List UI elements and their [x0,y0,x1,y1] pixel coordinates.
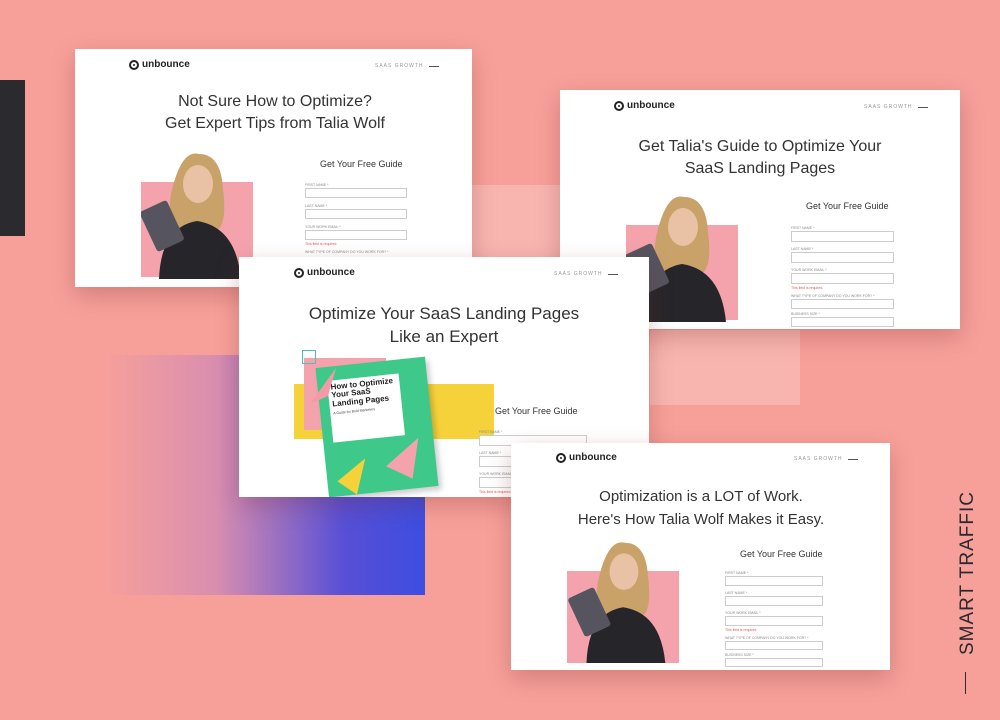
business-size-label: BUSINESS SIZE * [725,653,754,657]
last-name-label: LAST NAME * [791,247,814,251]
form-title: Get Your Free Guide [740,549,823,559]
background-translucent-block [650,330,800,405]
woman-portrait-icon [141,153,241,279]
unbounce-logo: unbounce [614,100,675,111]
guide-book-illustration: How to Optimize Your SaaS Landing Pages … [294,350,499,497]
company-type-select[interactable] [791,299,894,309]
first-name-field[interactable] [305,188,407,198]
landing-page-card-4: unbounce SAAS GROWTH Optimization is a L… [511,443,890,670]
teal-square-outline [302,350,316,364]
unbounce-logo-icon [129,59,139,70]
nav-link-saas-growth[interactable]: SAAS GROWTH [864,104,928,110]
unbounce-logo: unbounce [294,267,355,278]
email-field[interactable] [791,273,894,284]
business-size-label: BUSINESS SIZE * [791,312,820,316]
email-field[interactable] [305,230,407,240]
email-error: This field is required. [479,490,512,494]
paper-plane-icon [310,368,336,404]
paper-planes-icon [337,437,419,495]
unbounce-logo-icon [556,452,566,463]
last-name-field[interactable] [725,596,823,606]
nav-link-saas-growth[interactable]: SAAS GROWTH [375,63,439,69]
form-title: Get Your Free Guide [495,406,578,416]
company-type-label: WHAT TYPE OF COMPANY DO YOU WORK FOR? * [791,294,875,298]
last-name-field[interactable] [791,252,894,263]
page-headline: Not Sure How to Optimize? Get Expert Tips… [165,93,385,132]
email-label: YOUR WORK EMAIL * [725,611,761,615]
form-title: Get Your Free Guide [806,201,889,211]
unbounce-logo: unbounce [556,452,617,463]
last-name-label: LAST NAME * [725,591,748,595]
company-type-label: WHAT TYPE OF COMPANY DO YOU WORK FOR? * [305,250,389,254]
email-label: YOUR WORK EMAIL * [305,225,341,229]
book-title: How to Optimize Your SaaS Landing Pages [330,376,394,409]
woman-portrait-icon [568,542,666,663]
last-name-label: LAST NAME * [305,204,328,208]
side-label: SMART TRAFFIC [957,491,978,655]
nav-link-saas-growth[interactable]: SAAS GROWTH [794,456,858,462]
email-label: YOUR WORK EMAIL * [791,268,827,272]
email-field[interactable] [725,616,823,626]
page-headline: Optimize Your SaaS Landing Pages Like an … [308,304,580,346]
page-headline: Get Talia's Guide to Optimize Your SaaS L… [638,138,882,177]
email-error: This field is required. [725,628,758,632]
first-name-field[interactable] [725,576,823,586]
last-name-field[interactable] [305,209,407,219]
company-type-label: WHAT TYPE OF COMPANY DO YOU WORK FOR? * [725,636,809,640]
side-divider [965,672,966,694]
book-cover-label: How to Optimize Your SaaS Landing Pages … [326,373,406,443]
company-type-select[interactable] [725,641,823,650]
email-error: This field is required. [791,286,824,290]
first-name-label: FIRST NAME * [305,183,329,187]
talia-photo [141,149,253,279]
unbounce-logo: unbounce [129,59,190,70]
first-name-label: FIRST NAME * [479,430,503,434]
landing-page-card-1: unbounce SAAS GROWTH Not Sure How to Opt… [75,49,472,287]
unbounce-logo-icon [614,100,624,111]
business-size-select[interactable] [725,658,823,667]
unbounce-logo-icon [294,267,304,278]
talia-photo [567,538,679,663]
first-name-field[interactable] [791,231,894,242]
first-name-label: FIRST NAME * [725,571,749,575]
email-label: YOUR WORK EMAIL * [479,472,515,476]
form-title: Get Your Free Guide [320,159,403,169]
email-error: This field is required. [305,242,338,246]
background-dark-bar [0,80,25,236]
nav-link-saas-growth[interactable]: SAAS GROWTH [554,271,618,277]
first-name-label: FIRST NAME * [791,226,815,230]
page-headline: Optimization is a LOT of Work. Here's How… [577,488,825,529]
business-size-select[interactable] [791,317,894,327]
last-name-label: LAST NAME * [479,451,502,455]
